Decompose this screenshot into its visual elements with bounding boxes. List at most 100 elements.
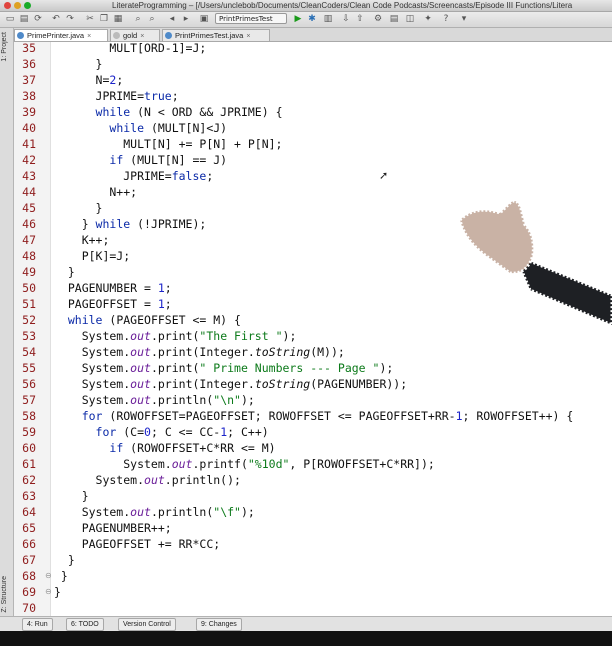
close-tab-icon[interactable]: × (87, 33, 91, 40)
tab-label: PrintPrimesTest.java (175, 31, 244, 40)
line-number: 41 (22, 137, 36, 151)
line-number: 61 (22, 457, 36, 471)
tool-window-bar: 4: Run 6: TODO Version Control 9: Change… (0, 616, 612, 631)
line-number: 64 (22, 505, 36, 519)
maximize-window-button[interactable] (24, 2, 31, 9)
line-number: 56 (22, 377, 36, 391)
fold-marker-icon[interactable]: ⊖ (45, 584, 52, 600)
replace-icon[interactable]: ⌕ (146, 13, 158, 25)
todo-tool-button[interactable]: 6: TODO (66, 618, 104, 631)
project-tool-tab[interactable]: 1: Project (1, 32, 8, 62)
code-line[interactable]: System.out.print(Integer.toString(PAGENU… (54, 376, 573, 392)
save-icon[interactable]: ▤ (18, 13, 30, 25)
window-title: LiterateProgramming – [/Users/unclebob/D… (112, 1, 573, 10)
open-folder-icon[interactable]: ▭ (4, 13, 16, 25)
line-number: 36 (22, 57, 36, 71)
sync-icon[interactable]: ⟳ (32, 13, 44, 25)
code-line[interactable]: for (C=0; C <= CC-1; C++) (54, 424, 573, 440)
paste-icon[interactable]: ▦ (112, 13, 124, 25)
java-class-icon (17, 32, 24, 39)
line-number: 50 (22, 281, 36, 295)
minimize-window-button[interactable] (14, 2, 21, 9)
line-number: 39 (22, 105, 36, 119)
line-number: 58 (22, 409, 36, 423)
tab-label: PrimePrinter.java (27, 31, 85, 40)
code-line[interactable]: if (ROWOFFSET+C*RR <= M) (54, 440, 573, 456)
version-control-tool-button[interactable]: Version Control (118, 618, 176, 631)
code-line[interactable]: N=2; (54, 72, 573, 88)
changes-tool-button[interactable]: 9: Changes (196, 618, 242, 631)
forward-icon[interactable]: ▸ (180, 13, 192, 25)
back-icon[interactable]: ◂ (166, 13, 178, 25)
structure-tool-tab[interactable]: Z: Structure (1, 576, 8, 613)
line-number: 45 (22, 201, 36, 215)
code-line[interactable]: } (54, 488, 573, 504)
coverage-icon[interactable]: ▥ (322, 13, 334, 25)
code-line[interactable]: MULT[N] += P[N] + P[N]; (54, 136, 573, 152)
run-icon[interactable]: ▶ (292, 13, 304, 25)
line-number: 40 (22, 121, 36, 135)
debug-icon[interactable]: ✱ (306, 13, 318, 25)
code-line[interactable]: } (54, 568, 573, 584)
line-number: 53 (22, 329, 36, 343)
code-line[interactable] (54, 600, 573, 616)
line-number: 52 (22, 313, 36, 327)
dropdown-icon[interactable]: ▾ (458, 13, 470, 25)
left-tool-strip: 1: Project Z: Structure (0, 28, 14, 618)
fold-marker-icon[interactable]: ⊖ (45, 568, 52, 584)
line-number: 57 (22, 393, 36, 407)
title-bar: LiterateProgramming – [/Users/unclebob/D… (0, 0, 612, 12)
code-line[interactable]: System.out.print("The First "); (54, 328, 573, 344)
help-icon[interactable]: ? (440, 13, 452, 25)
code-line[interactable]: } (54, 584, 573, 600)
close-window-button[interactable] (4, 2, 11, 9)
code-line[interactable]: MULT[ORD-1]=J; (54, 40, 573, 56)
vcs-update-icon[interactable]: ⇩ (340, 13, 352, 25)
code-line[interactable]: JPRIME=true; (54, 88, 573, 104)
mouse-cursor-icon: ➚ (379, 169, 389, 182)
code-line[interactable]: if (MULT[N] == J) (54, 152, 573, 168)
line-number: 55 (22, 361, 36, 375)
run-configuration-select[interactable]: PrintPrimesTest (215, 13, 287, 24)
line-number: 63 (22, 489, 36, 503)
code-line[interactable]: for (ROWOFFSET=PAGEOFFSET; ROWOFFSET <= … (54, 408, 574, 424)
line-number: 67 (22, 553, 36, 567)
code-line[interactable]: System.out.print(Integer.toString(M)); (54, 344, 573, 360)
code-line[interactable]: System.out.println(); (54, 472, 573, 488)
line-number: 47 (22, 233, 36, 247)
line-number: 54 (22, 345, 36, 359)
plugin-icon[interactable]: ✦ (422, 13, 434, 25)
cut-icon[interactable]: ✂ (84, 13, 96, 25)
line-number: 59 (22, 425, 36, 439)
code-line[interactable]: System.out.print(" Prime Numbers --- Pag… (54, 360, 573, 376)
presenter-hand-image (458, 199, 612, 325)
build-icon[interactable]: ▣ (198, 13, 210, 25)
close-tab-icon[interactable]: × (246, 33, 250, 40)
find-icon[interactable]: ⌕ (132, 13, 144, 25)
code-line[interactable]: System.out.println("\f"); (54, 504, 573, 520)
structure-icon[interactable]: ▤ (388, 13, 400, 25)
vcs-commit-icon[interactable]: ⇧ (354, 13, 366, 25)
sdk-icon[interactable]: ◫ (404, 13, 416, 25)
code-line[interactable]: } (54, 552, 573, 568)
code-editor[interactable]: MULT[ORD-1]=J; } N=2; JPRIME=true; while… (54, 40, 573, 616)
copy-icon[interactable]: ❐ (98, 13, 110, 25)
line-number: 62 (22, 473, 36, 487)
code-line[interactable]: System.out.printf("%10d", P[ROWOFFSET+C*… (54, 456, 573, 472)
code-line[interactable]: while (MULT[N]<J) (54, 120, 573, 136)
redo-icon[interactable]: ↷ (64, 13, 76, 25)
run-tool-button[interactable]: 4: Run (22, 618, 53, 631)
code-line[interactable]: while (N < ORD && JPRIME) { (54, 104, 573, 120)
line-number: 49 (22, 265, 36, 279)
code-line[interactable]: JPRIME=false; (54, 168, 573, 184)
code-line[interactable]: PAGEOFFSET += RR*CC; (54, 536, 573, 552)
close-tab-icon[interactable]: × (140, 33, 144, 40)
settings-icon[interactable]: ⚙ (372, 13, 384, 25)
code-line[interactable]: } (54, 56, 573, 72)
line-number: 44 (22, 185, 36, 199)
undo-icon[interactable]: ↶ (50, 13, 62, 25)
code-line[interactable]: PAGENUMBER++; (54, 520, 573, 536)
code-line[interactable]: System.out.println("\n"); (54, 392, 573, 408)
video-frame-border (0, 631, 612, 646)
line-number: 69 (22, 585, 36, 599)
